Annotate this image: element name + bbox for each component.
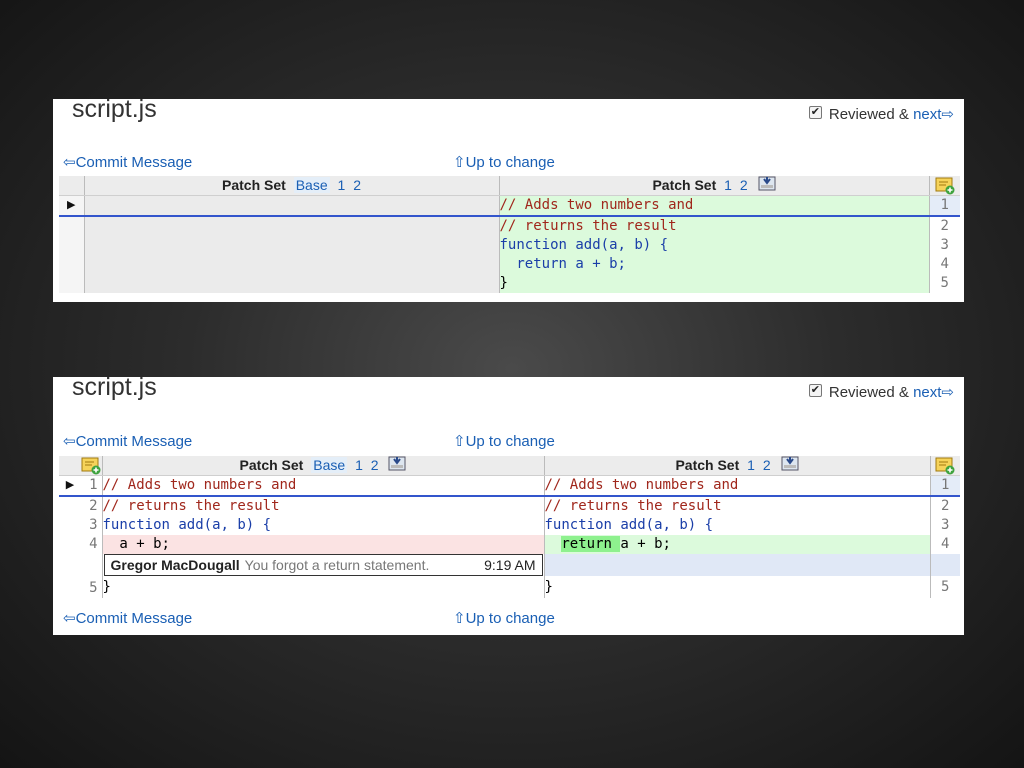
add-comment-icon[interactable]	[935, 177, 955, 195]
code-line[interactable]: // Adds two numbers and	[499, 195, 930, 218]
line-number[interactable]: 3	[929, 236, 960, 255]
reviewed-checkbox[interactable]: ✔	[808, 383, 822, 397]
line-number[interactable]: 5	[81, 576, 103, 599]
inserted-word: return	[561, 536, 621, 553]
table-row[interactable]: ▶ 1 // Adds two numbers and // Adds two …	[59, 475, 960, 498]
line-number[interactable]: 3	[930, 516, 960, 535]
code-line[interactable]: }	[102, 576, 545, 599]
code-line[interactable]: function add(a, b) {	[499, 236, 930, 256]
code-line[interactable]: }	[499, 274, 930, 294]
right-patchset-header: Patch Set 1 2	[544, 455, 931, 477]
code-line-text: function add(a, b) {	[544, 517, 714, 534]
code-line[interactable]: // Adds two numbers and	[102, 475, 545, 498]
patchset-2[interactable]: 2	[371, 457, 379, 473]
download-icon[interactable]	[758, 175, 776, 191]
download-icon[interactable]	[781, 455, 799, 471]
reviewed-label: Reviewed &	[828, 383, 909, 401]
up-to-change-link-bottom[interactable]: ⇧Up to change	[453, 609, 555, 627]
line-number[interactable]: 3	[81, 516, 103, 536]
patchset-1[interactable]: 1	[355, 457, 363, 473]
line-number[interactable]: 5	[930, 576, 960, 598]
table-row[interactable]: 2 // returns the result // returns the r…	[59, 496, 960, 517]
patchset-2[interactable]: 2	[763, 457, 771, 473]
line-number[interactable]: 1	[929, 195, 960, 218]
code-line-text: function add(a, b) {	[102, 517, 272, 534]
table-row[interactable]: 5 } } 5	[59, 576, 960, 599]
up-to-change-link[interactable]: ⇧Up to change	[453, 432, 555, 450]
next-link[interactable]: next⇨	[913, 383, 954, 401]
code-line-text: return a + b;	[499, 256, 626, 273]
comment-row: Gregor MacDougall You forgot a return sta…	[59, 554, 960, 577]
code-line-inserted[interactable]: return a + b;	[544, 535, 931, 555]
code-line[interactable]: function add(a, b) {	[544, 516, 931, 536]
file-name: script.js	[72, 377, 157, 401]
table-row[interactable]: 4 a + b; return a + b; 4	[59, 535, 960, 555]
line-number[interactable]: 2	[81, 496, 103, 517]
table-row[interactable]: // returns the result 2	[59, 216, 960, 237]
comment-time: 9:19 AM	[484, 557, 536, 574]
diff-panel-single: script.js ✔ Reviewed & next⇨ ⇦Commit Mes…	[53, 99, 964, 302]
code-line[interactable]: // returns the result	[499, 216, 930, 237]
table-row[interactable]: return a + b; 4	[59, 255, 960, 275]
current-line-arrow-icon: ▶	[59, 475, 81, 498]
patchset-base[interactable]: Base	[293, 177, 330, 194]
diff-table: Patch Set Base 1 2 Patch Set 1 2 ▶ 1 // …	[59, 455, 960, 599]
add-comment-icon[interactable]	[81, 457, 101, 475]
commit-message-link[interactable]: ⇦Commit Message	[63, 153, 192, 171]
inline-comment[interactable]: Gregor MacDougall You forgot a return sta…	[103, 554, 543, 577]
comment-author: Gregor MacDougall	[110, 557, 240, 574]
diff-panel-side-by-side: script.js ✔ Reviewed & next⇨ ⇦Commit Mes…	[53, 377, 964, 635]
add-comment-icon[interactable]	[935, 457, 955, 475]
line-number[interactable]: 4	[81, 535, 103, 555]
line-number[interactable]: 2	[929, 216, 960, 236]
diff-header: Patch Set Base 1 2 Patch Set 1 2	[59, 455, 960, 477]
reviewed-label: Reviewed &	[828, 105, 909, 123]
code-line-text: function add(a, b) {	[499, 237, 669, 254]
right-patchset-header: Patch Set 1 2	[499, 175, 930, 197]
patchset-2[interactable]: 2	[740, 177, 748, 193]
code-line[interactable]: return a + b;	[499, 255, 930, 275]
reviewed-checkbox[interactable]: ✔	[808, 105, 822, 119]
code-line[interactable]: function add(a, b) {	[102, 516, 545, 536]
up-to-change-link[interactable]: ⇧Up to change	[453, 153, 555, 171]
diff-table: Patch Set Base 1 2 Patch Set 1 2 ▶ // Ad…	[59, 175, 960, 294]
patchset-1[interactable]: 1	[747, 457, 755, 473]
commit-message-link[interactable]: ⇦Commit Message	[63, 432, 192, 450]
table-row[interactable]: 3 function add(a, b) { function add(a, b…	[59, 516, 960, 536]
code-line-deleted[interactable]: a + b;	[102, 535, 545, 555]
left-patchset-header: Patch Set Base 1 2	[102, 455, 545, 477]
line-number[interactable]: 2	[930, 496, 960, 516]
table-row[interactable]: function add(a, b) { 3	[59, 236, 960, 256]
table-row[interactable]: } 5	[59, 274, 960, 294]
current-line-arrow-icon: ▶	[59, 195, 85, 218]
diff-header: Patch Set Base 1 2 Patch Set 1 2	[59, 175, 960, 197]
left-patchset-header: Patch Set Base 1 2	[84, 176, 500, 197]
patchset-2[interactable]: 2	[353, 177, 361, 193]
code-line[interactable]: }	[544, 576, 931, 599]
file-name: script.js	[72, 99, 157, 123]
line-number[interactable]: 1	[81, 475, 103, 498]
code-line-rest: a + b;	[620, 536, 671, 553]
reviewed-control: ✔ Reviewed & next⇨	[808, 383, 954, 401]
patchset-1[interactable]: 1	[338, 177, 346, 193]
code-line[interactable]: // Adds two numbers and	[544, 475, 931, 498]
table-row[interactable]: ▶ // Adds two numbers and 1	[59, 195, 960, 218]
patchset-base[interactable]: Base	[311, 457, 348, 474]
line-number[interactable]: 5	[929, 274, 960, 293]
next-link[interactable]: next⇨	[913, 105, 954, 123]
comment-message: You forgot a return statement.	[244, 557, 430, 574]
line-number[interactable]: 1	[930, 475, 960, 498]
code-line[interactable]: // returns the result	[102, 496, 545, 517]
reviewed-control: ✔ Reviewed & next⇨	[808, 105, 954, 123]
line-number[interactable]: 4	[930, 535, 960, 554]
code-line[interactable]: // returns the result	[544, 496, 931, 517]
download-icon[interactable]	[388, 455, 406, 471]
line-number[interactable]: 4	[929, 255, 960, 274]
commit-message-link-bottom[interactable]: ⇦Commit Message	[63, 609, 192, 627]
patchset-1[interactable]: 1	[724, 177, 732, 193]
